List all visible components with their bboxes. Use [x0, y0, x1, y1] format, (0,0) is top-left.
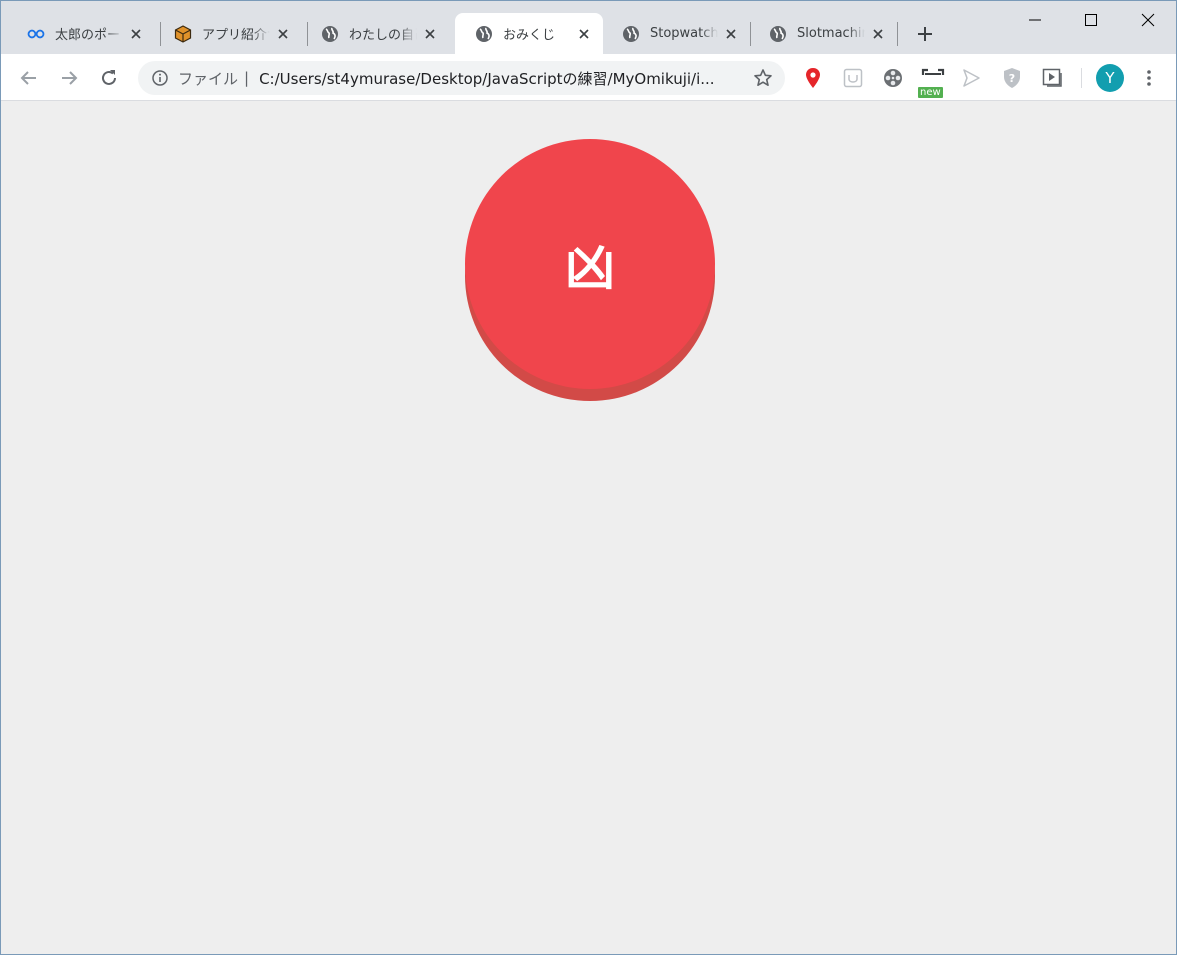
tab-self-intro[interactable]: わたしの自己紹介 [301, 13, 449, 54]
toolbar-separator [1081, 68, 1082, 88]
box-icon [174, 24, 192, 43]
tab-title: おみくじ [503, 28, 556, 43]
maximize-button[interactable] [1062, 1, 1120, 39]
svg-text:?: ? [1009, 72, 1015, 85]
forward-button[interactable] [54, 63, 84, 93]
scheme-label: ファイル [178, 69, 239, 88]
map-pin-icon [806, 68, 820, 88]
profile-avatar[interactable]: Y [1096, 64, 1124, 92]
globe-icon [475, 25, 493, 43]
close-icon [1141, 13, 1155, 27]
globe-icon [622, 25, 640, 43]
tab-title: Stopwatch [650, 26, 718, 41]
tab-title: アプリ紹介サイト [202, 28, 270, 43]
film-reel-extension[interactable] [880, 65, 906, 91]
maximize-icon [1085, 14, 1097, 26]
new-tab-button[interactable] [911, 20, 939, 48]
address-bar[interactable]: ファイル | C:/Users/st4ymurase/Desktop/JavaS… [138, 61, 785, 95]
reload-button[interactable] [94, 63, 124, 93]
pocket-icon [843, 68, 863, 88]
shield-icon: ? [1004, 68, 1020, 88]
tab-strip: 太郎のポートフォリオ アプリ紹介サイト わたしの自己紹介 [1, 1, 1176, 54]
send-arrow-icon [963, 69, 980, 87]
close-window-button[interactable] [1119, 1, 1176, 39]
player-extension[interactable] [1040, 65, 1066, 91]
film-reel-icon [884, 69, 902, 87]
kebab-menu-icon [1147, 70, 1151, 86]
reload-icon [102, 70, 116, 85]
shield-extension[interactable]: ? [999, 65, 1025, 91]
browser-toolbar: ファイル | C:/Users/st4ymurase/Desktop/JavaS… [1, 54, 1176, 101]
close-icon[interactable] [127, 25, 145, 43]
globe-icon [321, 25, 339, 43]
plus-icon [918, 27, 932, 41]
arrow-left-icon [20, 71, 36, 85]
tab-slotmachine[interactable]: Slotmachine [749, 13, 897, 54]
tab-portfolio[interactable]: 太郎のポートフォリオ [7, 13, 155, 54]
star-icon[interactable] [751, 66, 775, 90]
tab-stopwatch[interactable]: Stopwatch [602, 13, 750, 54]
infinity-icon [27, 25, 45, 43]
omikuji-button[interactable]: 凶 [465, 139, 715, 401]
tab-omikuji[interactable]: おみくじ [455, 13, 603, 54]
minimize-icon [1029, 19, 1041, 21]
globe-icon [769, 25, 787, 43]
info-icon[interactable] [150, 68, 170, 88]
minimize-button[interactable] [1006, 1, 1064, 39]
url-text[interactable]: C:/Users/st4ymurase/Desktop/JavaScriptの練… [259, 68, 741, 89]
tab-title: わたしの自己紹介 [349, 28, 417, 43]
close-icon[interactable] [722, 25, 740, 43]
close-icon[interactable] [575, 25, 593, 43]
close-icon[interactable] [421, 25, 439, 43]
omikuji-result[interactable]: 凶 [465, 139, 715, 389]
tab-title: Slotmachine [797, 26, 865, 41]
send-extension[interactable] [958, 65, 984, 91]
scheme-separator: | [244, 69, 250, 87]
tab-app-intro[interactable]: アプリ紹介サイト [154, 13, 302, 54]
play-window-icon [1042, 68, 1062, 87]
tab-separator [897, 22, 898, 46]
close-icon[interactable] [869, 25, 887, 43]
browser-window: 太郎のポートフォリオ アプリ紹介サイト わたしの自己紹介 [0, 0, 1177, 955]
screenshot-extension[interactable]: new [918, 65, 946, 98]
browser-menu-button[interactable] [1139, 64, 1159, 92]
close-icon[interactable] [274, 25, 292, 43]
map-pin-extension[interactable] [800, 65, 826, 91]
page-content: 凶 [1, 101, 1176, 954]
tab-title: 太郎のポートフォリオ [55, 28, 123, 43]
back-button[interactable] [14, 63, 44, 93]
new-badge: new [918, 87, 943, 98]
screenshot-icon [921, 68, 945, 75]
arrow-right-icon [62, 71, 78, 85]
pocket-extension[interactable] [840, 65, 866, 91]
